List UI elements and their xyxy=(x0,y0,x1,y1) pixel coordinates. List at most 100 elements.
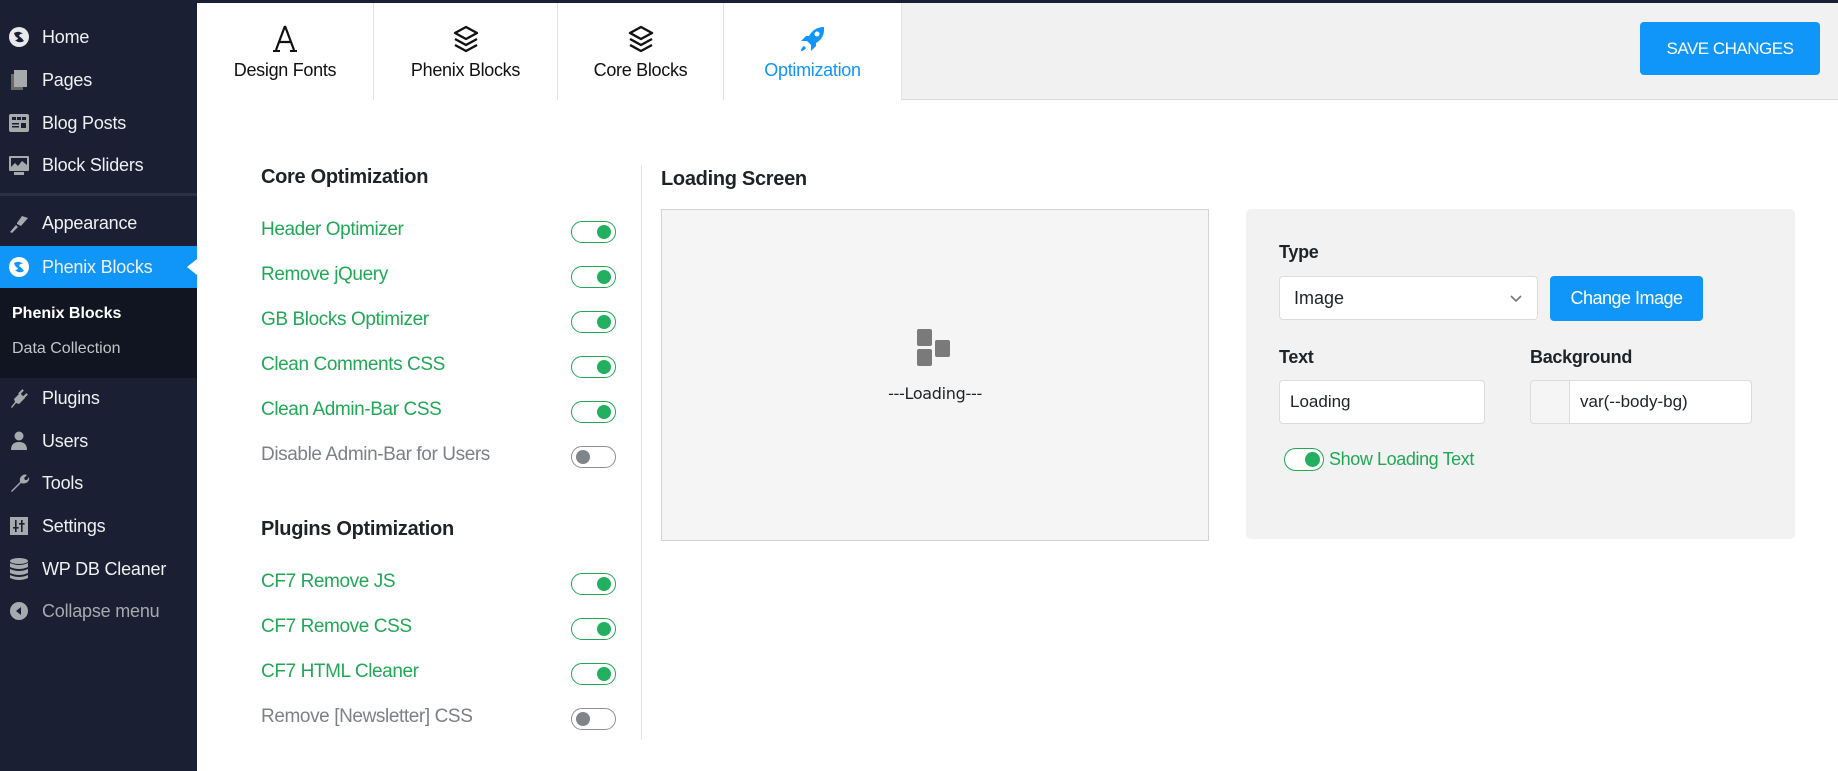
sidebar-item-label: Users xyxy=(42,430,89,451)
toggle-knob xyxy=(597,270,611,284)
toggle-knob xyxy=(597,405,611,419)
text-label: Text xyxy=(1279,347,1314,367)
loading-text-input[interactable] xyxy=(1279,380,1485,424)
sidebar-item-home[interactable]: Home xyxy=(0,16,197,58)
sidebar-item-label: Phenix Blocks xyxy=(42,256,153,277)
submenu-item-data-collection[interactable]: Data Collection xyxy=(12,340,121,358)
toggle-knob xyxy=(597,667,611,681)
settings-sliders-icon xyxy=(8,515,30,537)
settings-header: Design Fonts Phenix Blocks Core Blocks O… xyxy=(197,3,1838,100)
toggle-knob xyxy=(597,360,611,374)
option-label: CF7 Remove JS xyxy=(261,571,396,592)
sidebar-item-plugins[interactable]: Plugins xyxy=(0,377,197,419)
toggle-knob xyxy=(597,315,611,329)
sidebar-item-label: Tools xyxy=(42,472,84,493)
sidebar-item-blog-posts[interactable]: Blog Posts xyxy=(0,102,197,144)
pages-icon xyxy=(8,69,30,91)
remove-newsletter-css-toggle[interactable] xyxy=(571,708,616,730)
loading-settings-panel: Type Image Change Image Text Background … xyxy=(1246,209,1795,539)
background-color-swatch[interactable] xyxy=(1530,380,1570,424)
core-optimization-title: Core Optimization xyxy=(261,166,429,188)
loading-screen-title: Loading Screen xyxy=(661,168,807,190)
tab-label: Phenix Blocks xyxy=(410,60,521,80)
type-select[interactable]: Image xyxy=(1279,276,1538,320)
remove-jquery-toggle[interactable] xyxy=(571,266,616,288)
loading-screen-preview: ---Loading--- xyxy=(661,209,1209,541)
disable-admin-bar-toggle[interactable] xyxy=(571,446,616,468)
phoenix-logo-icon xyxy=(8,256,30,278)
toggle-knob xyxy=(597,225,611,239)
sidebar-item-label: Plugins xyxy=(42,387,100,408)
sidebar-item-tools[interactable]: Tools xyxy=(0,462,197,504)
tab-optimization[interactable]: Optimization xyxy=(724,3,902,100)
loading-preview-text: ---Loading--- xyxy=(888,384,982,403)
toggle-knob xyxy=(1305,452,1320,467)
toggle-knob xyxy=(576,450,590,464)
background-value-input[interactable] xyxy=(1569,380,1752,424)
sidebar-item-appearance[interactable]: Appearance xyxy=(0,202,197,244)
paintbrush-icon xyxy=(8,212,30,234)
toggle-knob xyxy=(576,712,590,726)
option-label: Disable Admin-Bar for Users xyxy=(261,444,490,465)
phoenix-logo-icon xyxy=(8,26,30,48)
sidebar-item-label: Pages xyxy=(42,69,93,90)
sidebar-item-label: WP DB Cleaner xyxy=(42,558,167,579)
sidebar-item-label: Home xyxy=(42,26,90,47)
cf7-remove-css-toggle[interactable] xyxy=(571,618,616,640)
rocket-icon xyxy=(798,22,828,56)
show-loading-text-toggle[interactable] xyxy=(1284,448,1324,471)
blog-posts-icon xyxy=(8,112,30,134)
toggle-knob xyxy=(597,577,611,591)
sidebar-item-label: Settings xyxy=(42,515,106,536)
cf7-html-cleaner-toggle[interactable] xyxy=(571,663,616,685)
sidebar-submenu: Phenix Blocks Data Collection xyxy=(0,288,197,378)
sidebar-collapse-menu[interactable]: Collapse menu xyxy=(0,590,197,632)
layers-icon xyxy=(451,22,481,56)
column-divider xyxy=(641,165,642,740)
database-icon xyxy=(8,558,30,580)
type-select-value: Image xyxy=(1294,287,1345,308)
chevron-down-icon xyxy=(1509,289,1523,312)
option-label: Header Optimizer xyxy=(261,219,404,240)
gb-blocks-optimizer-toggle[interactable] xyxy=(571,311,616,333)
background-label: Background xyxy=(1530,347,1633,367)
clean-comments-css-toggle[interactable] xyxy=(571,356,616,378)
clean-admin-bar-css-toggle[interactable] xyxy=(571,401,616,423)
cf7-remove-js-toggle[interactable] xyxy=(571,573,616,595)
option-label: Remove [Newsletter] CSS xyxy=(261,706,473,727)
sidebar-item-block-sliders[interactable]: Block Sliders xyxy=(0,144,197,186)
sidebar-item-label: Appearance xyxy=(42,212,138,233)
show-loading-text-label: Show Loading Text xyxy=(1329,449,1474,469)
sidebar-item-label: Blog Posts xyxy=(42,112,127,133)
type-label: Type xyxy=(1279,242,1319,262)
tab-core-blocks[interactable]: Core Blocks xyxy=(558,3,724,100)
plugins-optimization-title: Plugins Optimization xyxy=(261,518,454,540)
wrench-icon xyxy=(8,472,30,494)
collapse-arrow-icon xyxy=(8,600,30,622)
admin-sidebar: Home Pages Blog Posts Block Sliders Appe… xyxy=(0,0,197,771)
tab-phenix-blocks[interactable]: Phenix Blocks xyxy=(374,3,558,100)
sidebar-item-settings[interactable]: Settings xyxy=(0,505,197,547)
sidebar-item-users[interactable]: Users xyxy=(0,420,197,462)
sidebar-item-pages[interactable]: Pages xyxy=(0,59,197,101)
option-label: CF7 HTML Cleaner xyxy=(261,661,419,682)
top-border xyxy=(0,0,1838,3)
sidebar-item-label: Block Sliders xyxy=(42,154,144,175)
tab-label: Design Fonts xyxy=(233,60,337,80)
sidebar-item-wp-db-cleaner[interactable]: WP DB Cleaner xyxy=(0,548,197,590)
sidebar-item-phenix-blocks[interactable]: Phenix Blocks xyxy=(0,246,197,288)
option-label: GB Blocks Optimizer xyxy=(261,309,429,330)
tab-label: Core Blocks xyxy=(593,60,688,80)
tab-label: Optimization xyxy=(764,60,861,80)
tab-design-fonts[interactable]: Design Fonts xyxy=(197,3,374,100)
change-image-button[interactable]: Change Image xyxy=(1550,276,1703,321)
submenu-item-phenix-blocks[interactable]: Phenix Blocks xyxy=(12,305,121,323)
layers-icon xyxy=(626,22,656,56)
user-icon xyxy=(8,430,30,452)
header-optimizer-toggle[interactable] xyxy=(571,221,616,243)
option-label: Remove jQuery xyxy=(261,264,388,285)
save-changes-button[interactable]: SAVE CHANGES xyxy=(1640,22,1820,75)
font-letter-icon xyxy=(272,22,298,56)
plug-icon xyxy=(8,387,30,409)
loading-blocks-icon xyxy=(917,329,957,369)
